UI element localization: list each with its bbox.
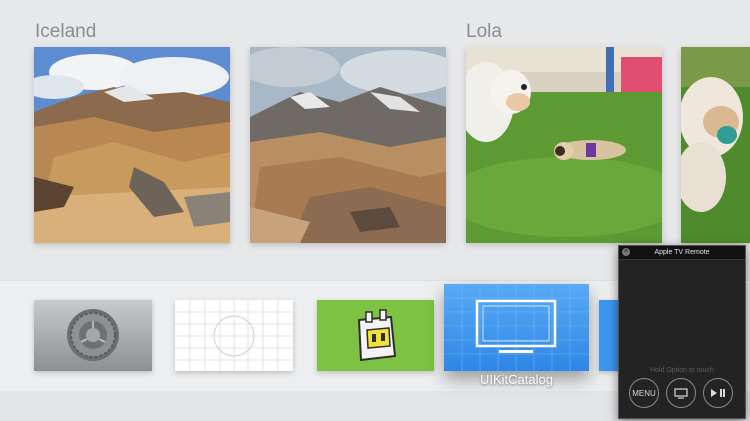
lola-photo-2[interactable]	[681, 47, 750, 243]
dog-image-icon	[681, 47, 750, 243]
landscape-image-icon	[34, 47, 230, 243]
robot-app-icon	[317, 300, 434, 371]
monitor-icon	[444, 284, 589, 371]
robot-app-tile[interactable]	[317, 300, 434, 371]
play-pause-icon	[711, 389, 725, 397]
landscape-image-icon	[250, 47, 446, 243]
close-icon[interactable]: ×	[622, 248, 630, 256]
calibration-grid-icon	[175, 300, 293, 371]
remote-title: Apple TV Remote	[654, 249, 710, 256]
settings-gear-icon	[34, 300, 152, 371]
iceland-photo-2[interactable]	[250, 47, 446, 243]
uikitcatalog-app-tile[interactable]	[444, 284, 589, 371]
remote-hint: Hold Option to touch	[650, 367, 714, 374]
settings-app-tile[interactable]	[34, 300, 152, 371]
play-pause-button[interactable]	[703, 378, 733, 408]
menu-button-label: MENU	[632, 388, 656, 398]
tv-icon	[674, 387, 688, 399]
grid-app-tile[interactable]	[175, 300, 293, 371]
menu-button[interactable]: MENU	[629, 378, 659, 408]
partial-app-icon	[599, 300, 618, 371]
apple-tv-remote-window[interactable]: × Apple TV Remote Hold Option to touch M…	[618, 245, 746, 419]
dogs-image-icon	[466, 47, 662, 243]
tv-button[interactable]	[666, 378, 696, 408]
partial-app-tile[interactable]	[599, 300, 618, 371]
section-title-iceland: Iceland	[35, 21, 97, 42]
section-title-lola: Lola	[466, 21, 502, 42]
remote-titlebar[interactable]: × Apple TV Remote	[619, 246, 745, 260]
iceland-photo-1[interactable]	[34, 47, 230, 243]
lola-photo-1[interactable]	[466, 47, 662, 243]
focused-app-label: UIKitCatalog	[480, 372, 553, 387]
